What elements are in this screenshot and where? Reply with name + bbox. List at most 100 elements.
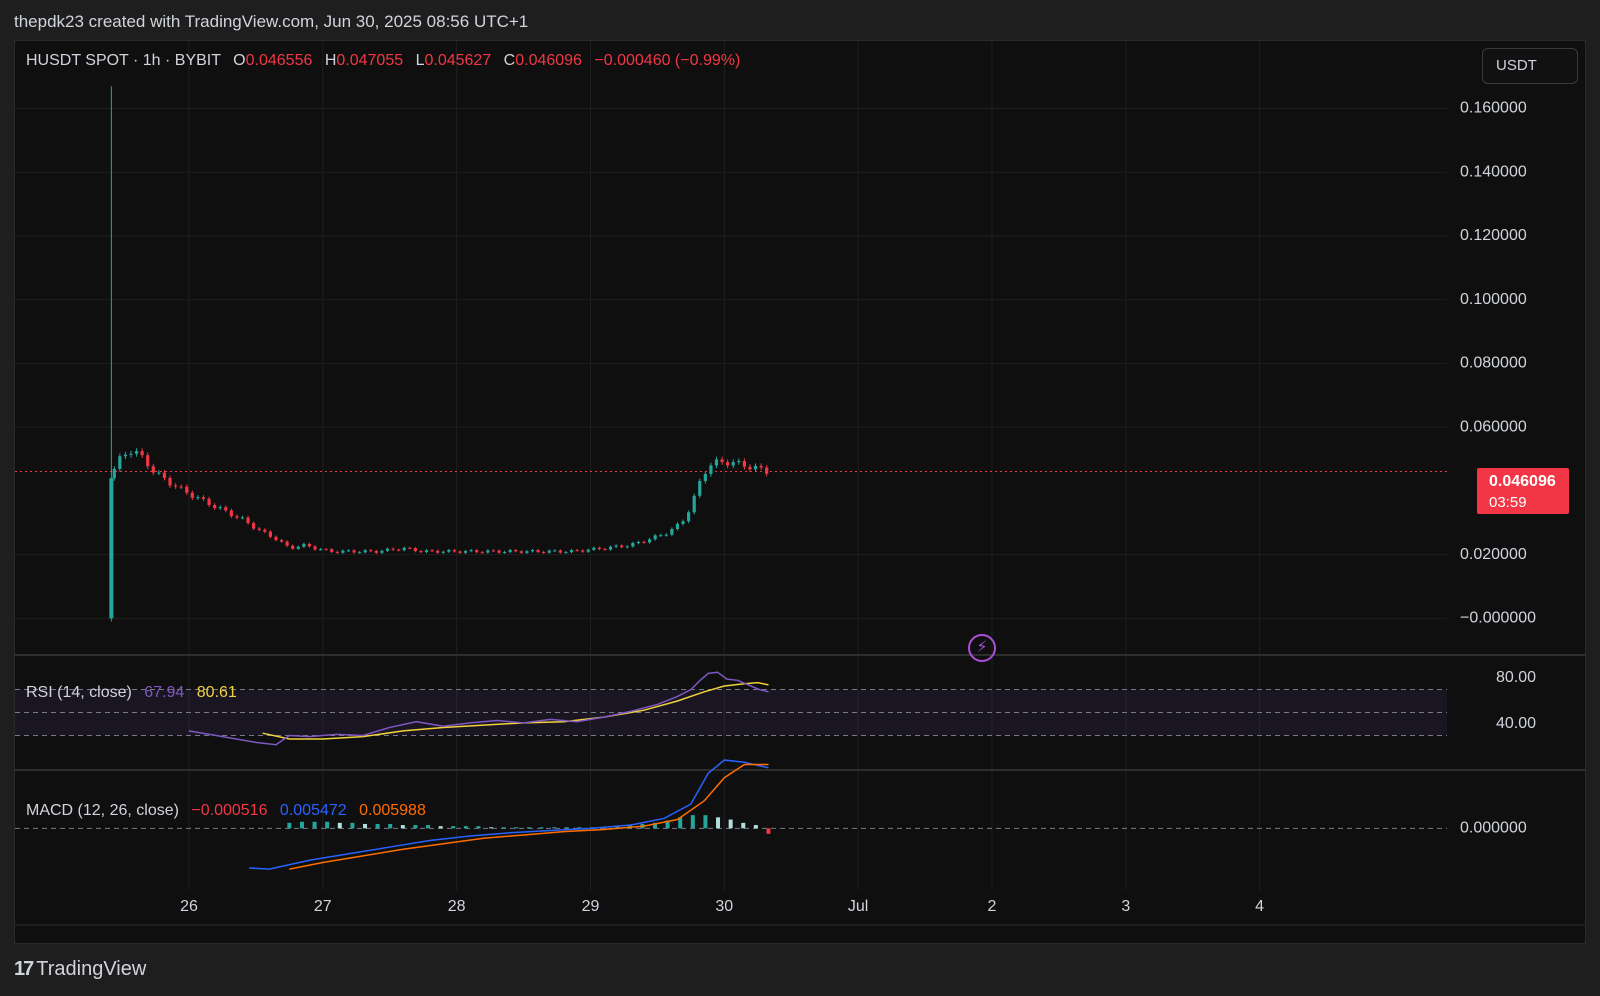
candle-body [731, 462, 735, 466]
date-tick-label: 29 [582, 898, 600, 915]
candle-body [497, 550, 501, 553]
macd-histogram-bar [363, 823, 368, 829]
candle-body [146, 455, 150, 467]
candle-body [268, 531, 272, 537]
candle-body [558, 550, 562, 553]
candle-body [397, 549, 401, 551]
candle-body [335, 551, 339, 553]
macd-histogram-bar [413, 825, 418, 829]
rsi-label[interactable]: RSI (14, close) [26, 684, 132, 701]
candle-body [358, 552, 362, 554]
candle-body [240, 517, 245, 519]
lightning-icon[interactable]: ⚡ [968, 634, 996, 662]
macd-label[interactable]: MACD (12, 26, close) [26, 802, 179, 819]
candle-body [307, 543, 312, 547]
candle-body [675, 523, 680, 529]
candle-body [575, 550, 579, 552]
macd-histogram-bar [728, 819, 733, 829]
candle-body [157, 472, 161, 474]
candle-body [346, 550, 351, 552]
price-tick-label: −0.000000 [1460, 610, 1536, 627]
candle-body [408, 547, 412, 549]
candle-body [553, 550, 557, 552]
candle-body [592, 547, 596, 550]
currency-button[interactable]: USDT [1482, 48, 1578, 84]
candle-body [207, 498, 211, 506]
candle-body [252, 523, 256, 529]
candles [109, 86, 769, 622]
candle-body [109, 478, 114, 619]
date-tick-label: 26 [180, 898, 198, 915]
candle-body [341, 550, 345, 553]
macd-histogram-bar [766, 828, 771, 834]
date-tick-label: 28 [448, 898, 466, 915]
macd-histogram-bar [476, 826, 481, 829]
candle-body [246, 517, 250, 524]
brand-name: TradingView [36, 958, 147, 980]
macd-histogram-bar [489, 827, 494, 829]
candle-body [608, 546, 613, 550]
candle-body [631, 543, 635, 547]
rsi-tick-label: 40.00 [1496, 715, 1536, 732]
candle-body [581, 550, 585, 552]
candle-body [698, 481, 702, 496]
macd-histogram-bar [539, 827, 544, 829]
rsi-value: 67.94 [144, 684, 185, 701]
last-price-value: 0.046096 [1489, 473, 1556, 490]
candle-body [229, 510, 233, 517]
candle-body [151, 466, 155, 473]
tradingview-logo[interactable]: 17 TradingView [14, 958, 146, 981]
candle-body [118, 456, 122, 469]
macd-hist-value: −0.000516 [191, 802, 268, 819]
price-tick-label: 0.100000 [1460, 291, 1527, 308]
chart-canvas[interactable]: 0.160000 0.140000 0.120000 0.100000 0.080000… [0, 0, 1600, 996]
macd-histogram-bar [514, 827, 519, 829]
candle-body [564, 552, 568, 554]
candle-body [324, 549, 328, 551]
candle-body [687, 512, 691, 522]
candle-body [647, 539, 652, 543]
candle-body [603, 549, 607, 551]
candle-body [302, 543, 306, 547]
date-tick-label: 3 [1121, 898, 1130, 915]
candle-body [173, 485, 178, 487]
candle-body [636, 541, 641, 544]
candle-body [330, 549, 334, 552]
macd-histogram-bar [564, 827, 569, 829]
price-tick-label: 0.120000 [1460, 227, 1527, 244]
macd-histogram-bar [741, 822, 746, 829]
macd-histogram-bar [325, 821, 330, 829]
macd-signal-value: 0.005988 [359, 802, 426, 819]
macd-histogram-bar [312, 821, 317, 829]
candle-body [279, 540, 284, 542]
candle-body [463, 551, 468, 553]
candle-body [352, 550, 356, 553]
candle-body [514, 550, 518, 552]
candle-body [112, 468, 116, 479]
candle-body [653, 535, 657, 540]
candle-body [753, 465, 758, 470]
candle-body [129, 453, 133, 455]
macd-histogram-bar [375, 823, 380, 829]
macd-histogram-bar [350, 822, 355, 829]
symbol-label[interactable]: HUSDT SPOT · 1h · BYBIT [26, 52, 221, 69]
low-value: 0.045627 [424, 52, 492, 69]
close-label: C [503, 52, 516, 69]
date-tick-label: Jul [848, 898, 868, 915]
candle-body [162, 472, 167, 478]
candle-body [536, 550, 540, 552]
candle-body [586, 549, 590, 552]
candle-body [402, 547, 406, 551]
candle-body [659, 535, 663, 537]
candle-body [140, 451, 144, 456]
candle-body [296, 546, 300, 549]
candle-body [664, 534, 668, 536]
candle-body [709, 465, 713, 474]
candle-body [257, 528, 261, 530]
candle-body [285, 541, 289, 546]
macd-histogram-bar [426, 825, 431, 829]
candle-body [748, 466, 752, 470]
candle-body [224, 507, 228, 511]
candle-body [235, 516, 239, 518]
candle-body [201, 497, 206, 499]
